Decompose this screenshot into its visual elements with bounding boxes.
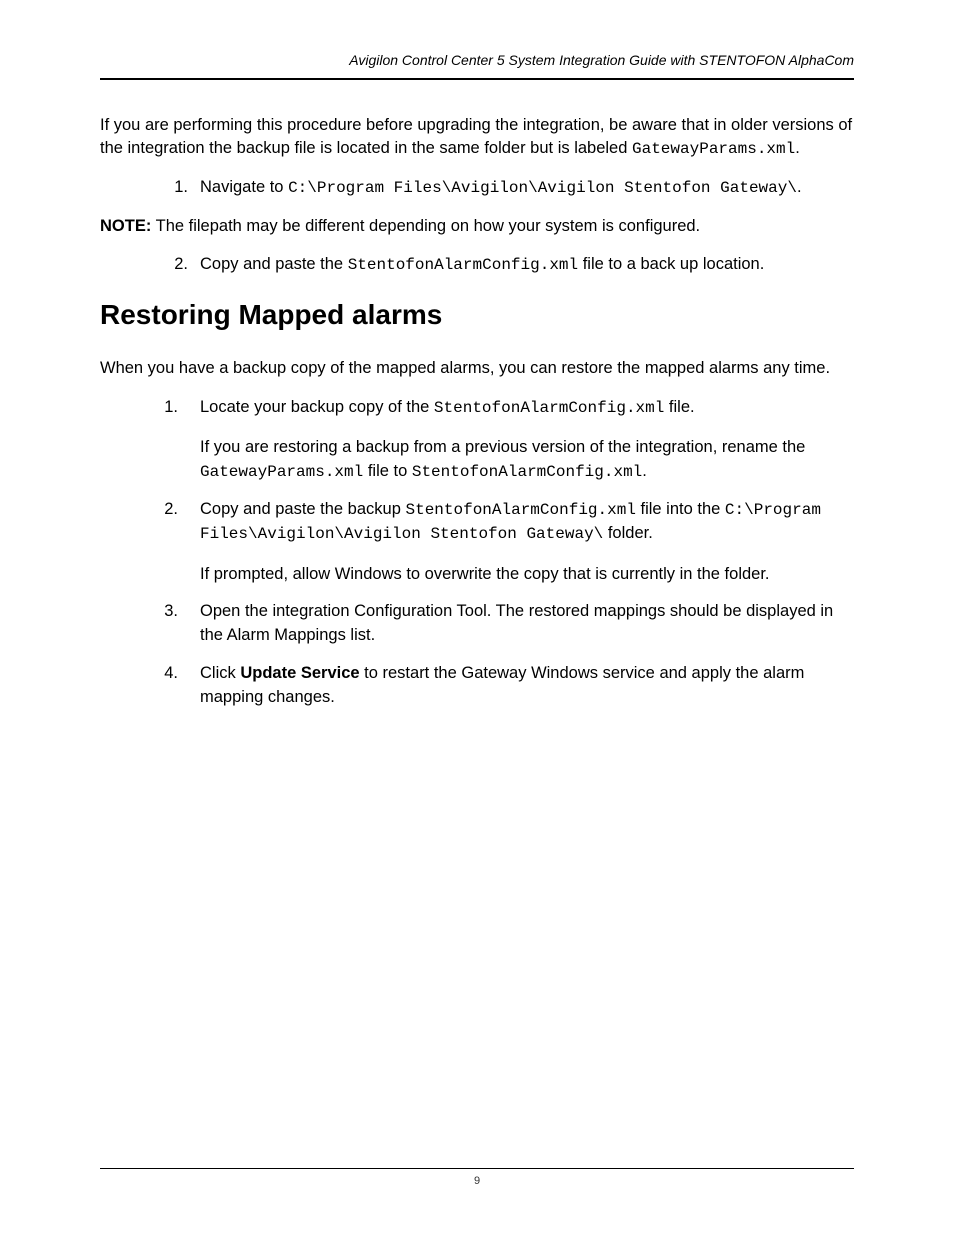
steps-list-2: 1. Locate your backup copy of the Stento…	[100, 396, 854, 710]
step-text-after: file to a back up location.	[578, 255, 764, 273]
sub-text-after: .	[642, 462, 647, 480]
intro-text-after: .	[795, 139, 800, 157]
step-sub-paragraph: If prompted, allow Windows to overwrite …	[200, 563, 854, 587]
section2-intro: When you have a backup copy of the mappe…	[100, 357, 854, 380]
step-number: 1.	[150, 396, 178, 420]
step-text-before: Copy and paste the	[200, 255, 348, 273]
step-text-before: Click	[200, 664, 240, 682]
step-number: 1.	[160, 176, 188, 200]
step-number: 3.	[150, 600, 178, 624]
page-container: Avigilon Control Center 5 System Integra…	[0, 0, 954, 784]
step-text-after: folder.	[603, 524, 653, 542]
step-code1: StentofonAlarmConfig.xml	[405, 501, 635, 519]
step-text-after: .	[797, 178, 802, 196]
note-label: NOTE:	[100, 217, 151, 235]
step-sub-paragraph: If you are restoring a backup from a pre…	[200, 436, 854, 484]
page-content: If you are performing this procedure bef…	[100, 80, 854, 710]
sub-code2: StentofonAlarmConfig.xml	[412, 463, 642, 481]
sub-text-mid: file to	[363, 462, 412, 480]
header-title: Avigilon Control Center 5 System Integra…	[349, 52, 854, 68]
intro-paragraph: If you are performing this procedure bef…	[100, 114, 854, 160]
step-number: 2.	[150, 498, 178, 522]
step-bold: Update Service	[240, 664, 359, 682]
step-text: Open the integration Configuration Tool.…	[200, 602, 833, 644]
page-footer: 9	[100, 1168, 854, 1187]
list-item: 3. Open the integration Configuration To…	[100, 600, 854, 648]
page-header: Avigilon Control Center 5 System Integra…	[100, 52, 854, 80]
note-paragraph: NOTE: The filepath may be different depe…	[100, 215, 854, 239]
step-text-before: Locate your backup copy of the	[200, 398, 434, 416]
sub-code1: GatewayParams.xml	[200, 463, 363, 481]
step-code: C:\Program Files\Avigilon\Avigilon Stent…	[288, 179, 797, 197]
list-item: 1. Locate your backup copy of the Stento…	[100, 396, 854, 484]
step-code: StentofonAlarmConfig.xml	[348, 256, 578, 274]
list-item: 2. Copy and paste the StentofonAlarmConf…	[100, 253, 854, 277]
step-text-after: file.	[664, 398, 694, 416]
step-code: StentofonAlarmConfig.xml	[434, 399, 664, 417]
step-text-mid: file into the	[636, 500, 725, 518]
step-text-before: Copy and paste the backup	[200, 500, 405, 518]
section-heading: Restoring Mapped alarms	[100, 299, 854, 331]
list-item: 2. Copy and paste the backup StentofonAl…	[100, 498, 854, 586]
sub-text-before: If you are restoring a backup from a pre…	[200, 438, 805, 456]
step-text-before: Navigate to	[200, 178, 288, 196]
list-item: 1. Navigate to C:\Program Files\Avigilon…	[100, 176, 854, 200]
page-number: 9	[474, 1175, 480, 1187]
step-number: 4.	[150, 662, 178, 686]
steps-list-1-cont: 2. Copy and paste the StentofonAlarmConf…	[100, 253, 854, 277]
intro-code: GatewayParams.xml	[632, 140, 795, 158]
step-number: 2.	[160, 253, 188, 277]
note-text: The filepath may be different depending …	[151, 217, 700, 235]
steps-list-1: 1. Navigate to C:\Program Files\Avigilon…	[100, 176, 854, 200]
list-item: 4. Click Update Service to restart the G…	[100, 662, 854, 710]
